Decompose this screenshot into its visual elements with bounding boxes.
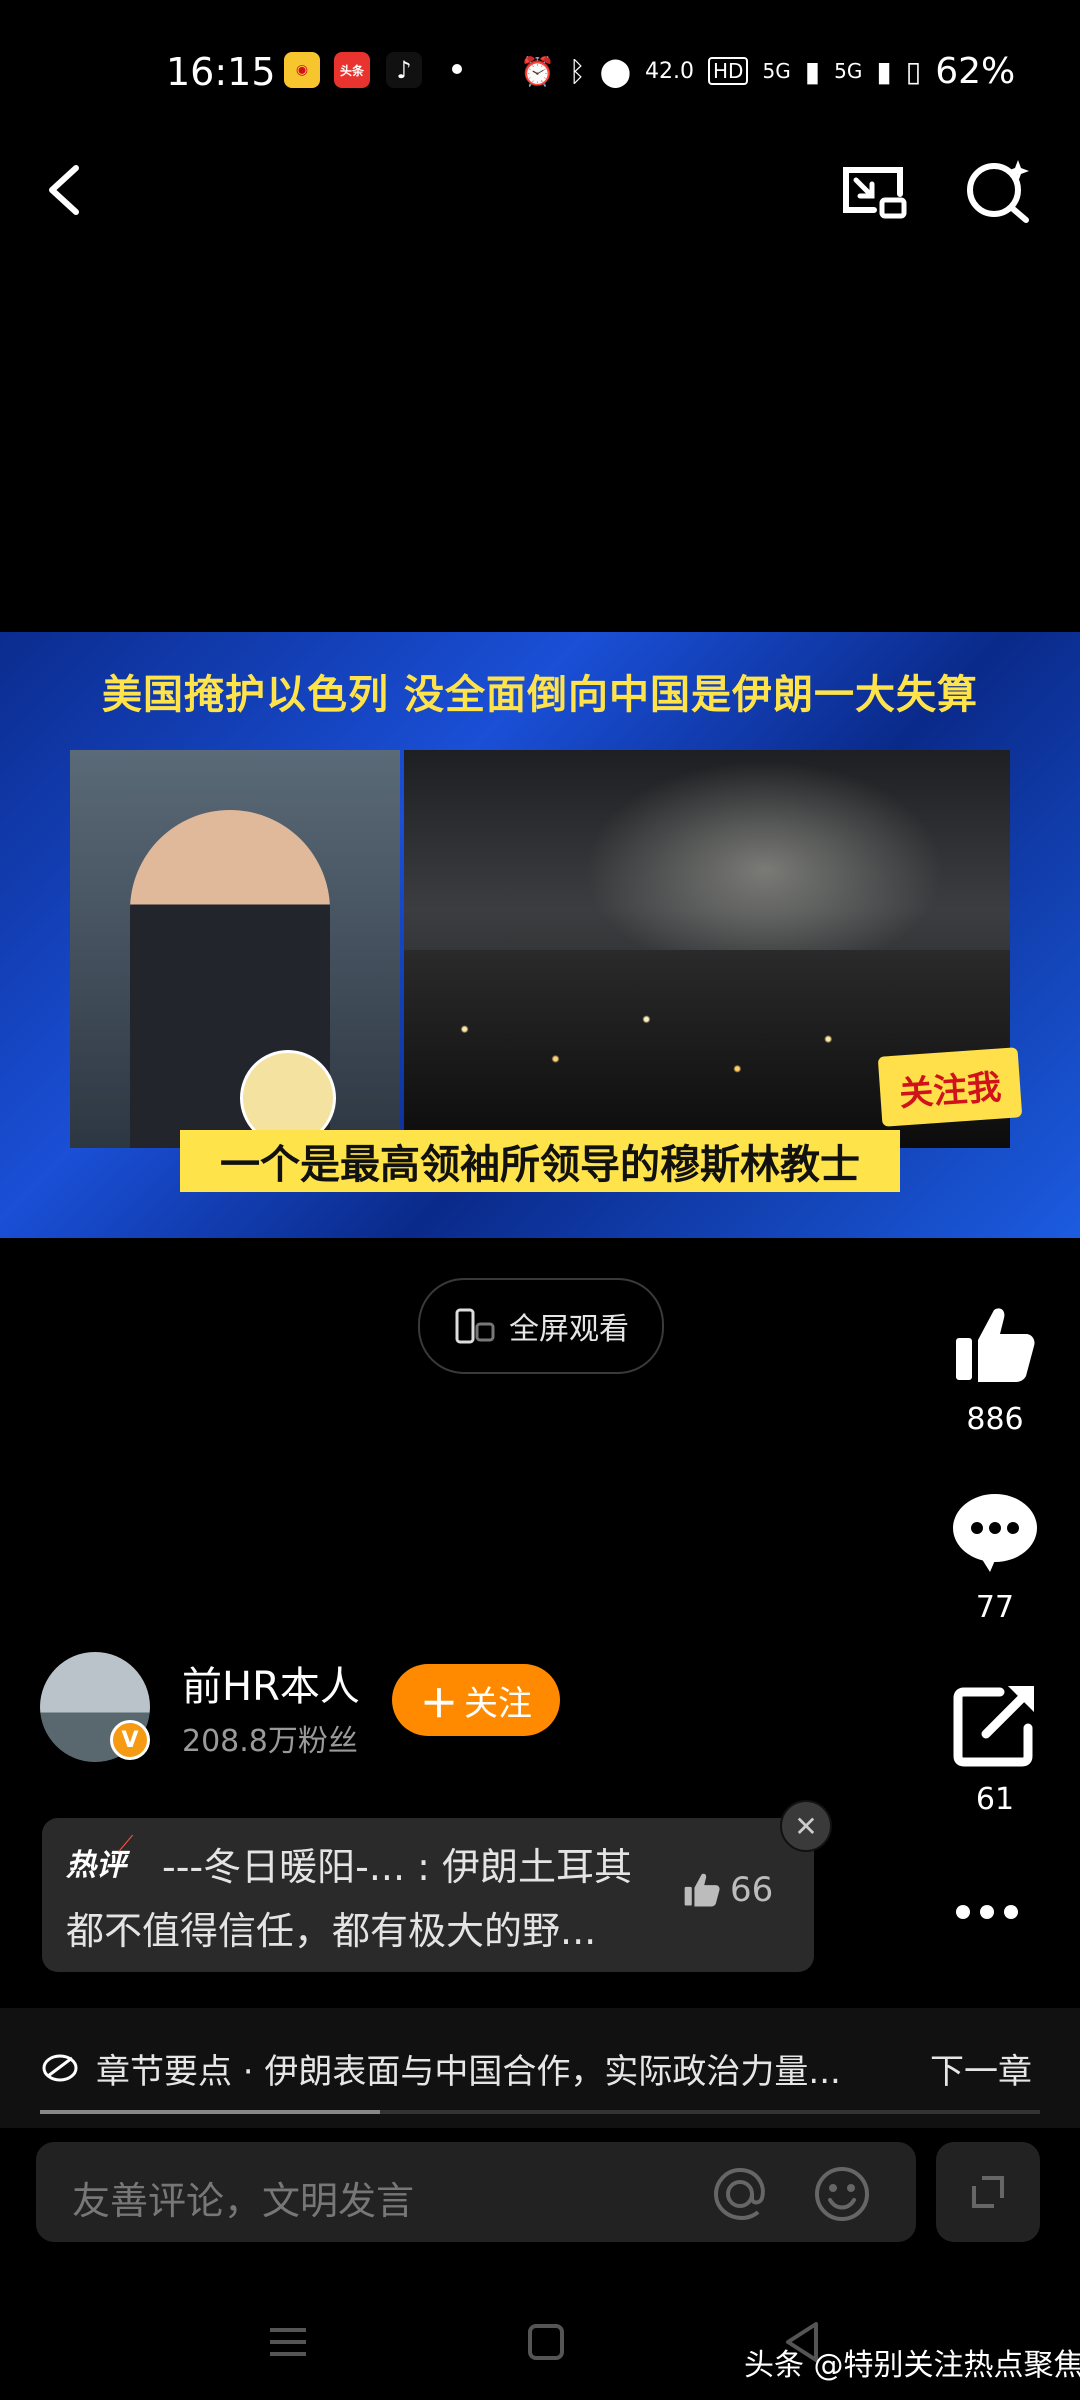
close-hot-comment-button[interactable]: ✕ — [780, 1800, 832, 1852]
status-indicators: ⏰ ᛒ ⬤ 42.0 HD 5G ▮ 5G ▮ ▯ 62% — [520, 46, 1015, 96]
battery-icon: ▯ — [905, 54, 922, 88]
comment-count: 77 — [975, 1590, 1015, 1625]
video-headline: 美国掩护以色列 没全面倒向中国是伊朗一大失算 — [102, 672, 978, 718]
picture-in-picture-button[interactable] — [834, 150, 914, 230]
video-progress-fill — [40, 2110, 380, 2114]
comment-input[interactable]: 友善评论，文明发言 — [36, 2142, 916, 2242]
hot-comment-line1: ---冬日暖阳-... : 伊朗土耳其 — [162, 1845, 633, 1889]
location-icon: ⬤ — [599, 54, 632, 88]
comment-placeholder: 友善评论，文明发言 — [72, 2179, 415, 2223]
thumbs-up-icon — [956, 1308, 1035, 1382]
like-button[interactable]: 886 — [930, 1300, 1060, 1437]
share-count: 61 — [975, 1782, 1015, 1817]
signal-bars-icon-2: ▮ — [876, 54, 892, 88]
author-avatar[interactable]: V — [40, 1652, 150, 1762]
net-speed: 42.0 — [645, 58, 695, 84]
hot-comment-tag: 热评 — [66, 1848, 126, 1883]
signal-bars-icon: ▮ — [804, 54, 821, 88]
ai-search-icon — [967, 160, 1029, 223]
bluetooth-icon: ᛒ — [568, 54, 586, 88]
emoji-icon[interactable] — [812, 2164, 872, 2224]
close-icon: ✕ — [794, 1809, 818, 1843]
mention-icon[interactable] — [710, 2164, 770, 2224]
comment-bubble-icon — [953, 1494, 1037, 1572]
expand-comments-button[interactable] — [936, 2142, 1040, 2242]
ai-search-button[interactable] — [958, 150, 1038, 230]
smoke-image — [584, 760, 944, 980]
expand-icon — [972, 2176, 1004, 2208]
author-name[interactable]: 前HR本人 — [182, 1654, 360, 1712]
pip-icon — [843, 167, 907, 219]
nav-home-icon[interactable] — [516, 2312, 576, 2372]
author-fans-count: 208.8万粉丝 — [182, 1724, 358, 1759]
watermark: 头条 @特别关注热点聚焦 — [744, 2348, 1080, 2383]
battery-percent: 62% — [935, 50, 1016, 92]
hd-badge: HD — [708, 57, 749, 85]
like-count: 886 — [966, 1402, 1024, 1437]
more-options-button[interactable] — [956, 1892, 1036, 1932]
fullscreen-phone-icon — [455, 1308, 495, 1344]
follow-button[interactable]: ＋ 关注 — [392, 1664, 560, 1736]
more-icon — [980, 1905, 994, 1919]
share-button[interactable]: 61 — [930, 1680, 1060, 1817]
alarm-icon: ⏰ — [520, 54, 555, 88]
video-studio-panel — [70, 750, 400, 1148]
status-time: 16:15 — [166, 50, 276, 94]
share-icon — [953, 1686, 1034, 1767]
signal-5g-1: 5G — [762, 59, 791, 83]
back-icon — [49, 165, 79, 215]
fullscreen-label: 全屏观看 — [509, 1312, 629, 1347]
weibo-icon: ◉ — [284, 52, 320, 88]
follow-label: 关注 — [464, 1683, 532, 1724]
hot-comment-line2: 都不值得信任，都有极大的野... — [66, 1909, 597, 1953]
hot-comment-card[interactable]: 热评 ⟋ ---冬日暖阳-... : 伊朗土耳其 都不值得信任，都有极大的野..… — [42, 1818, 814, 1972]
notification-dot-icon — [452, 64, 462, 74]
nav-menu-icon[interactable] — [258, 2312, 318, 2372]
verified-badge-icon: V — [110, 1720, 150, 1760]
video-player[interactable]: 美国掩护以色列 没全面倒向中国是伊朗一大失算 关注我 一个是最高领袖所领导的穆斯… — [0, 632, 1080, 1238]
chapter-icon — [42, 2054, 78, 2082]
back-button[interactable] — [36, 150, 96, 230]
more-icon — [1004, 1905, 1018, 1919]
fullscreen-button[interactable]: 全屏观看 — [418, 1278, 664, 1374]
plus-icon: ＋ — [419, 1681, 458, 1726]
hot-comment-like[interactable]: 66 — [682, 1870, 773, 1910]
signal-5g-2: 5G — [834, 59, 863, 83]
chapter-summary: 章节要点 · 伊朗表面与中国合作，实际政治力量... — [96, 2052, 841, 2092]
comment-button[interactable]: 77 — [930, 1488, 1060, 1625]
hot-flame-icon: ⟋ — [118, 1832, 134, 1857]
more-icon — [956, 1905, 970, 1919]
video-follow-badge: 关注我 — [877, 1047, 1023, 1127]
video-subtitle: 一个是最高领袖所领导的穆斯林教士 — [180, 1130, 900, 1192]
toutiao-icon: 头条 — [334, 52, 370, 88]
hot-comment-thumbs-up-icon — [684, 1873, 720, 1907]
next-chapter-button[interactable]: 下一章 — [930, 2044, 1032, 2093]
tiktok-icon: ♪ — [386, 52, 422, 88]
hot-comment-like-count: 66 — [730, 1870, 774, 1910]
status-bar: 16:15 ◉ 头条 ♪ ⏰ ᛒ ⬤ 42.0 HD 5G ▮ 5G ▮ ▯ 62% — [0, 0, 1080, 140]
